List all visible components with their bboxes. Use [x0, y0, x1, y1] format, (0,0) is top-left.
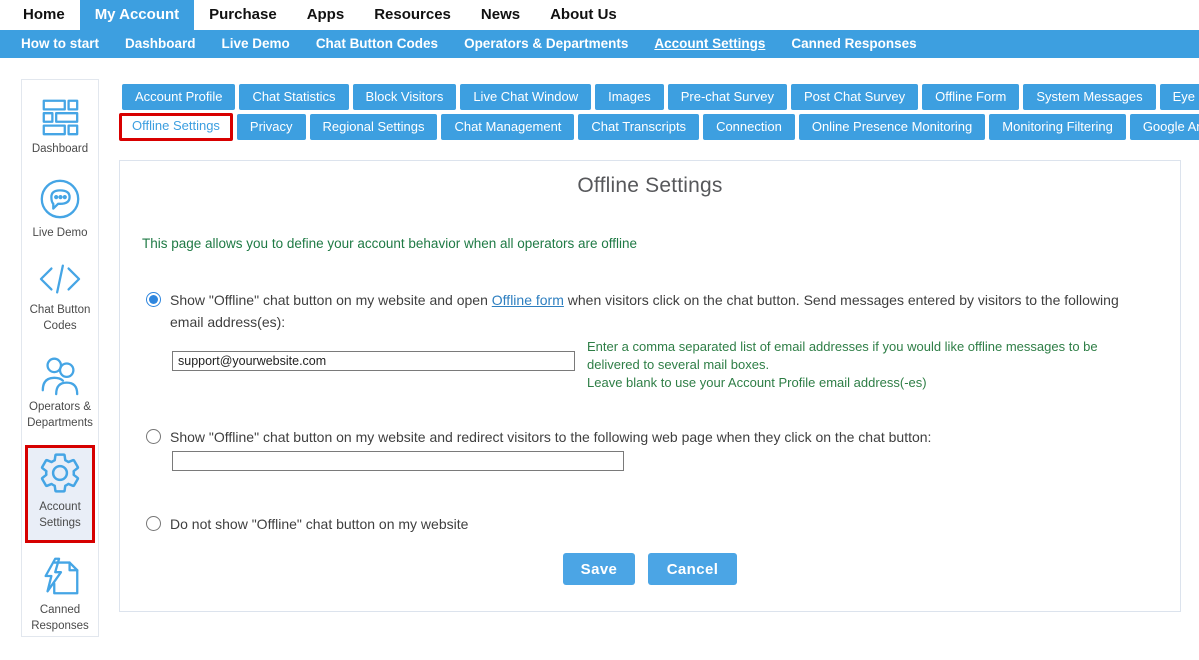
tab-system-messages[interactable]: System Messages — [1023, 84, 1155, 110]
chat-bubble-icon — [25, 176, 95, 222]
subnav-dashboard[interactable]: Dashboard — [112, 30, 209, 58]
tab-offline-settings[interactable]: Offline Settings — [119, 113, 233, 141]
tab-chat-transcripts[interactable]: Chat Transcripts — [578, 114, 699, 140]
sidebar-item-canned-responses[interactable]: Canned Responses — [25, 549, 95, 642]
tab-images[interactable]: Images — [595, 84, 664, 110]
sidebar-item-account-settings[interactable]: Account Settings — [25, 445, 95, 543]
offline-form-link[interactable]: Offline form — [492, 292, 564, 308]
tab-monitoring-filtering[interactable]: Monitoring Filtering — [989, 114, 1126, 140]
offline-email-input[interactable] — [172, 351, 575, 371]
code-icon — [25, 259, 95, 299]
dashboard-icon — [25, 96, 95, 138]
topnav-apps[interactable]: Apps — [292, 0, 360, 30]
subnav-live-demo[interactable]: Live Demo — [209, 30, 303, 58]
button-row: Save Cancel — [120, 553, 1180, 585]
email-help-line2: Leave blank to use your Account Profile … — [587, 374, 1153, 392]
sidebar: Dashboard Live Demo Chat Button Codes — [21, 79, 99, 637]
tab-regional-settings[interactable]: Regional Settings — [310, 114, 438, 140]
tab-online-presence-monitoring[interactable]: Online Presence Monitoring — [799, 114, 985, 140]
tab-chat-management[interactable]: Chat Management — [441, 114, 574, 140]
tab-pre-chat-survey[interactable]: Pre-chat Survey — [668, 84, 787, 110]
page-description: This page allows you to define your acco… — [142, 236, 637, 251]
page-title: Offline Settings — [120, 174, 1180, 198]
subnav-account-settings[interactable]: Account Settings — [641, 30, 778, 58]
offline-form-option-label: Show "Offline" chat button on my website… — [170, 290, 1145, 333]
redirect-radio[interactable] — [146, 429, 161, 444]
settings-tabs-row2: Offline Settings Privacy Regional Settin… — [122, 114, 1199, 141]
tab-post-chat-survey[interactable]: Post Chat Survey — [791, 84, 918, 110]
no-button-radio[interactable] — [146, 516, 161, 531]
tab-chat-statistics[interactable]: Chat Statistics — [239, 84, 348, 110]
top-navigation: Home My Account Purchase Apps Resources … — [0, 0, 1199, 30]
tab-offline-form[interactable]: Offline Form — [922, 84, 1019, 110]
topnav-my-account[interactable]: My Account — [80, 0, 194, 30]
people-icon — [25, 352, 95, 396]
option-redirect: Show "Offline" chat button on my website… — [146, 427, 1145, 449]
sidebar-item-label: Live Demo — [33, 227, 88, 239]
sidebar-item-label: Dashboard — [32, 143, 88, 155]
tab-eye-catcher[interactable]: Eye Catcher — [1160, 84, 1199, 110]
sidebar-item-live-demo[interactable]: Live Demo — [25, 172, 95, 250]
settings-tabs-row1: Account Profile Chat Statistics Block Vi… — [122, 84, 1199, 110]
email-help-text: Enter a comma separated list of email ad… — [587, 338, 1153, 392]
sidebar-item-chat-button-codes[interactable]: Chat Button Codes — [25, 255, 95, 342]
redirect-url-input[interactable] — [172, 451, 624, 471]
sidebar-item-label: Canned Responses — [31, 604, 89, 632]
topnav-home[interactable]: Home — [8, 0, 80, 30]
sidebar-item-label: Chat Button Codes — [30, 304, 91, 332]
subnav-how-to-start[interactable]: How to start — [8, 30, 112, 58]
cancel-button[interactable]: Cancel — [648, 553, 737, 585]
tab-google-analytics[interactable]: Google Analytics — [1130, 114, 1199, 140]
sidebar-item-label: Account Settings — [39, 501, 81, 529]
offline-settings-panel: Offline Settings This page allows you to… — [119, 160, 1181, 612]
option-offline-form: Show "Offline" chat button on my website… — [146, 290, 1145, 333]
offline-form-radio[interactable] — [146, 292, 161, 307]
sidebar-item-operators-departments[interactable]: Operators & Departments — [25, 348, 95, 439]
save-button[interactable]: Save — [563, 553, 635, 585]
tab-live-chat-window[interactable]: Live Chat Window — [460, 84, 591, 110]
topnav-resources[interactable]: Resources — [359, 0, 466, 30]
sub-navigation: How to start Dashboard Live Demo Chat Bu… — [0, 30, 1199, 58]
tab-block-visitors[interactable]: Block Visitors — [353, 84, 457, 110]
tab-privacy[interactable]: Privacy — [237, 114, 306, 140]
subnav-canned-responses[interactable]: Canned Responses — [778, 30, 929, 58]
tab-account-profile[interactable]: Account Profile — [122, 84, 235, 110]
no-button-option-label: Do not show "Offline" chat button on my … — [170, 514, 1145, 536]
gear-icon — [28, 450, 92, 496]
topnav-news[interactable]: News — [466, 0, 535, 30]
sidebar-item-label: Operators & Departments — [27, 401, 93, 429]
topnav-purchase[interactable]: Purchase — [194, 0, 292, 30]
topnav-about-us[interactable]: About Us — [535, 0, 632, 30]
sidebar-item-dashboard[interactable]: Dashboard — [25, 92, 95, 166]
redirect-option-label: Show "Offline" chat button on my website… — [170, 427, 1145, 449]
tab-connection[interactable]: Connection — [703, 114, 795, 140]
option-no-button: Do not show "Offline" chat button on my … — [146, 514, 1145, 536]
subnav-operators-departments[interactable]: Operators & Departments — [451, 30, 641, 58]
email-help-line1: Enter a comma separated list of email ad… — [587, 338, 1153, 374]
subnav-chat-button-codes[interactable]: Chat Button Codes — [303, 30, 451, 58]
option1-text-before: Show "Offline" chat button on my website… — [170, 292, 492, 308]
lightning-page-icon — [25, 553, 95, 599]
